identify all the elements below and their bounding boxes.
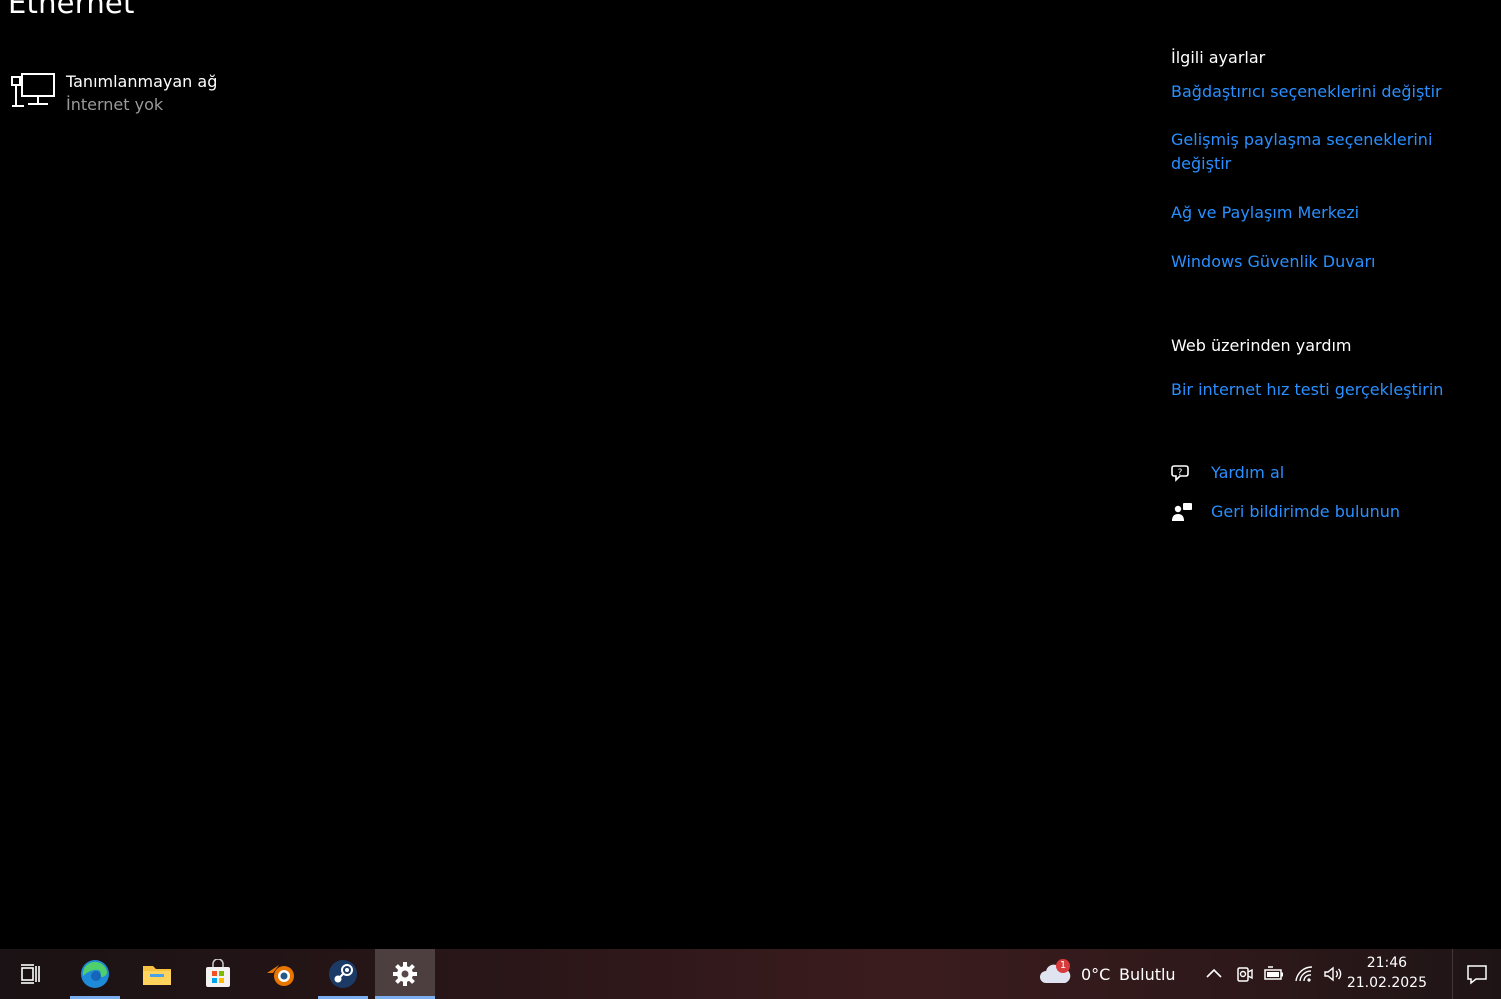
get-help-row[interactable]: ? Yardım al	[1171, 461, 1471, 485]
network-item[interactable]: Tanımlanmayan ağ İnternet yok	[10, 70, 217, 116]
settings-taskbar-button[interactable]	[375, 949, 435, 999]
chat-help-icon: ?	[1171, 465, 1189, 482]
blender-button[interactable]	[251, 949, 311, 999]
advanced-sharing-link-line2[interactable]: değiştir	[1171, 152, 1471, 176]
feedback-row[interactable]: Geri bildirimde bulunun	[1171, 500, 1471, 524]
blender-icon	[267, 965, 294, 986]
network-status: İnternet yok	[66, 95, 164, 114]
advanced-sharing-link[interactable]: Gelişmiş paylaşma seçeneklerini değiştir	[1171, 128, 1471, 176]
steam-button[interactable]	[313, 949, 373, 999]
wifi-icon[interactable]	[1294, 964, 1314, 984]
volume-icon[interactable]	[1323, 964, 1343, 984]
web-help-heading: Web üzerinden yardım	[1171, 336, 1352, 355]
taskbar: 1 0°C Bulutlu 21:46 21.02.2025	[0, 949, 1501, 999]
taskbar-clock[interactable]: 21:46 21.02.2025	[1347, 953, 1427, 993]
file-explorer-button[interactable]	[127, 949, 187, 999]
store-icon	[206, 959, 230, 987]
edge-icon	[81, 960, 109, 988]
edge-taskbar-button[interactable]	[65, 949, 125, 999]
related-settings-panel: İlgili ayarlar Bağdaştırıcı seçeneklerin…	[1171, 46, 1471, 524]
weather-temp: 0°C	[1081, 965, 1111, 984]
task-view-button[interactable]	[1, 949, 61, 999]
network-name: Tanımlanmayan ağ	[66, 72, 218, 91]
chevron-up-icon[interactable]	[1204, 964, 1224, 984]
notification-center-button[interactable]	[1452, 949, 1501, 999]
battery-icon[interactable]	[1264, 964, 1284, 984]
store-button[interactable]	[188, 949, 248, 999]
get-help-link[interactable]: Yardım al	[1211, 461, 1284, 485]
gear-icon	[393, 962, 417, 986]
feedback-link[interactable]: Geri bildirimde bulunun	[1211, 500, 1400, 524]
notification-icon	[1467, 965, 1487, 985]
network-sharing-center-link[interactable]: Ağ ve Paylaşım Merkezi	[1171, 201, 1471, 225]
task-view-icon	[21, 964, 40, 984]
advanced-sharing-link-line1[interactable]: Gelişmiş paylaşma seçeneklerini	[1171, 128, 1471, 152]
camera-icon[interactable]	[1235, 964, 1255, 984]
page-title: Ethernet	[8, 0, 135, 20]
weather-condition: Bulutlu	[1119, 965, 1176, 984]
svg-text:?: ?	[1178, 468, 1183, 478]
network-computer-icon	[11, 73, 55, 107]
change-adapter-options-link[interactable]: Bağdaştırıcı seçeneklerini değiştir	[1171, 80, 1471, 104]
windows-firewall-link[interactable]: Windows Güvenlik Duvarı	[1171, 250, 1471, 274]
clock-time: 21:46	[1366, 955, 1408, 971]
clock-date: 21.02.2025	[1346, 975, 1427, 991]
feedback-icon	[1172, 503, 1192, 521]
weather-badge: 1	[1056, 959, 1070, 973]
folder-icon	[143, 966, 171, 985]
weather-widget[interactable]: 1 0°C Bulutlu	[1038, 959, 1183, 989]
related-settings-heading: İlgili ayarlar	[1171, 48, 1266, 67]
speed-test-link[interactable]: Bir internet hız testi gerçekleştirin	[1171, 378, 1471, 402]
steam-icon	[329, 960, 357, 988]
